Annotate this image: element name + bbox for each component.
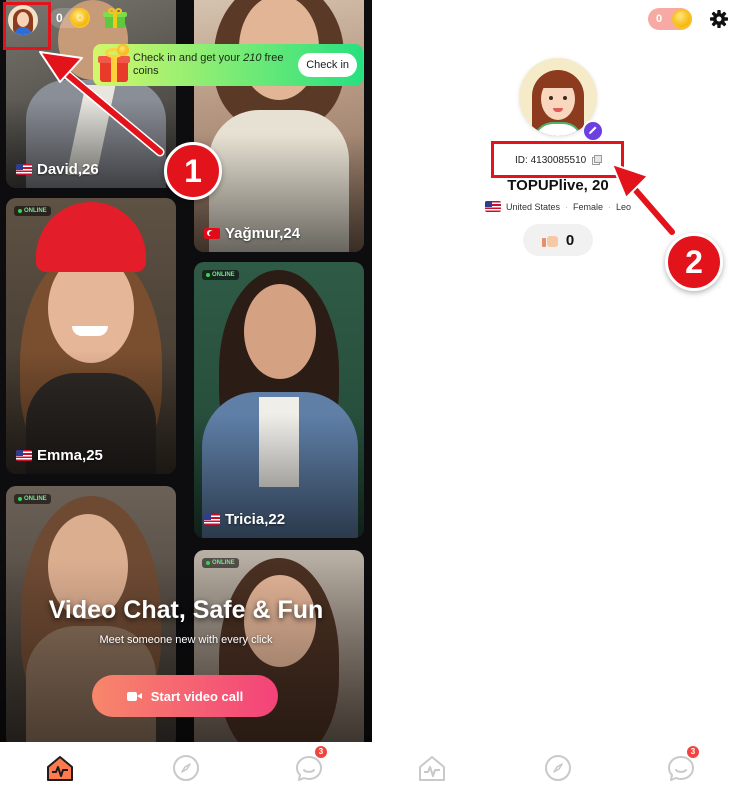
home-live-icon: [47, 756, 73, 781]
nav-discover[interactable]: [542, 752, 574, 784]
discover-screen: David,26 Yağmur,24 ONLINE Emma,25 ONLINE…: [0, 0, 372, 742]
nav-messages[interactable]: 3: [665, 746, 699, 784]
profile-name: David,26: [16, 161, 99, 178]
gift-icon[interactable]: [103, 8, 127, 28]
nav-home[interactable]: [44, 752, 76, 784]
screenshot-root: David,26 Yağmur,24 ONLINE Emma,25 ONLINE…: [0, 0, 744, 792]
gift-box-icon: [97, 44, 131, 84]
video-camera-icon: [126, 691, 142, 702]
profile-name: Emma,25: [16, 447, 103, 464]
us-flag-icon: [204, 514, 220, 525]
bottom-nav-right: 3: [372, 742, 744, 792]
likes-count[interactable]: 0: [523, 224, 593, 256]
start-video-call-button[interactable]: Start video call: [92, 675, 278, 717]
nav-home[interactable]: [416, 752, 448, 784]
profile-name: Tricia,22: [204, 511, 285, 528]
top-bar: 0 ☺: [0, 0, 372, 40]
settings-gear-icon[interactable]: [709, 9, 729, 29]
checkin-text: Check in and get your 210 free coins: [133, 52, 284, 77]
edit-profile-button[interactable]: [582, 120, 604, 142]
highlight-avatar-box: [3, 2, 51, 50]
profile-card-tricia[interactable]: ONLINE Tricia,22: [194, 262, 364, 538]
thumbs-up-icon: [541, 233, 558, 247]
pencil-icon: [589, 126, 597, 134]
unread-badge: 3: [315, 746, 327, 758]
compass-icon: [173, 755, 199, 781]
profile-meta: United States · Female · Leo: [372, 201, 744, 212]
profile-name: Yağmur,24: [204, 225, 300, 242]
compass-icon: [545, 755, 571, 781]
online-badge: ONLINE: [202, 270, 239, 280]
step-1-marker: 1: [164, 142, 222, 200]
display-name: TOPUPlive, 20: [507, 177, 609, 194]
online-badge: ONLINE: [14, 494, 51, 504]
coin-balance[interactable]: 0 ☺: [50, 8, 90, 28]
bottom-nav-left: 3: [0, 742, 372, 792]
home-live-icon: [419, 756, 445, 781]
promo-title: Video Chat, Safe & Fun: [48, 596, 324, 624]
nav-messages[interactable]: 3: [293, 746, 327, 784]
promo-subtitle: Meet someone new with every click: [99, 634, 273, 646]
highlight-id-box: [491, 141, 624, 178]
us-flag-icon: [484, 201, 501, 212]
us-flag-icon: [16, 164, 32, 175]
coin-balance[interactable]: 0: [648, 8, 692, 30]
nav-discover[interactable]: [170, 752, 202, 784]
checkin-button[interactable]: Check in: [298, 53, 357, 77]
profile-card-emma[interactable]: ONLINE Emma,25: [6, 198, 176, 474]
coin-icon: [672, 9, 692, 29]
profile-screen: 0 ID: 4130085510 TOPUPlive, 20 United St…: [372, 0, 744, 742]
coin-icon: ☺: [70, 8, 90, 28]
tr-flag-icon: [204, 228, 220, 239]
us-flag-icon: [16, 450, 32, 461]
online-badge: ONLINE: [14, 206, 51, 216]
step-2-marker: 2: [665, 233, 723, 291]
unread-badge: 3: [687, 746, 699, 758]
checkin-banner[interactable]: Check in and get your 210 free coins Che…: [93, 44, 363, 86]
